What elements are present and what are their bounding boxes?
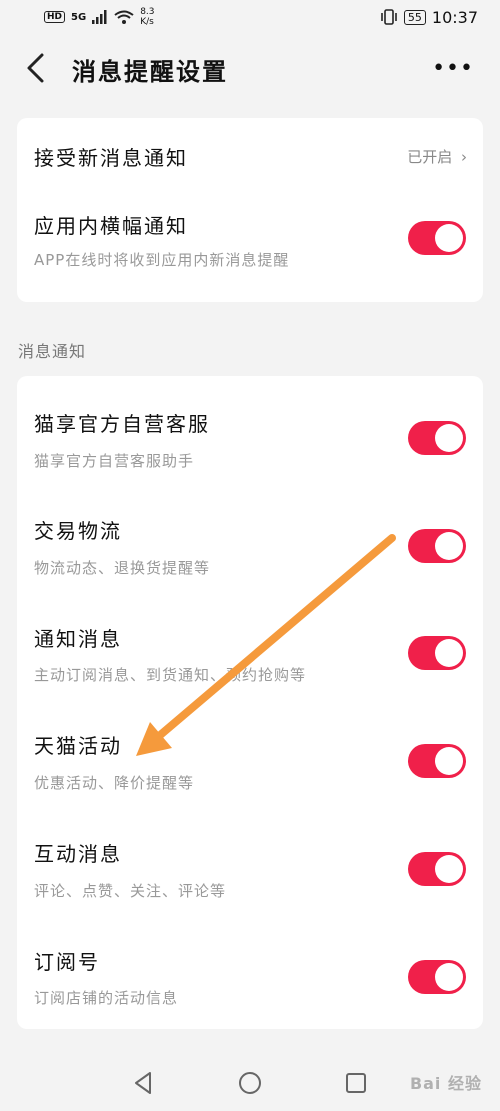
toggle-knob	[435, 532, 463, 560]
net-speed-value: 8.3	[140, 7, 155, 17]
notification-desc: 评论、点赞、关注、评论等	[34, 882, 227, 900]
notification-title: 天猫活动	[34, 734, 122, 758]
notification-toggle-1[interactable]	[408, 529, 466, 563]
notification-title: 互动消息	[34, 842, 122, 866]
net-speed-unit: K/s	[140, 17, 154, 27]
general-settings-card: 接受新消息通知 已开启 › 应用内横幅通知 APP在线时将收到应用内新消息提醒	[17, 118, 483, 302]
notification-desc: 主动订阅消息、到货通知、预约抢购等	[34, 666, 307, 684]
notification-title: 猫享官方自营客服	[34, 412, 210, 436]
notification-toggle-4[interactable]	[408, 852, 466, 886]
toggle-knob	[435, 424, 463, 452]
wifi-icon	[114, 10, 134, 24]
battery-level: 55	[403, 9, 426, 25]
notification-title: 订阅号	[34, 950, 100, 974]
notification-desc: 物流动态、退换货提醒等	[34, 559, 211, 577]
page-title: 消息提醒设置	[72, 58, 228, 86]
receive-notifications-label: 接受新消息通知	[34, 146, 188, 170]
vibrate-icon	[381, 9, 397, 25]
hd-badge: HD	[44, 11, 66, 23]
banner-notification-desc: APP在线时将收到应用内新消息提醒	[34, 251, 290, 269]
more-options-icon[interactable]: •••	[432, 56, 474, 81]
chevron-right-icon: ›	[461, 148, 467, 166]
notification-desc: 订阅店铺的活动信息	[34, 989, 179, 1007]
notification-title: 通知消息	[34, 627, 122, 651]
notification-toggle-2[interactable]	[408, 636, 466, 670]
toggle-knob	[435, 747, 463, 775]
nav-recents-icon[interactable]	[342, 1069, 370, 1097]
banner-notification-label: 应用内横幅通知	[34, 214, 188, 238]
toggle-knob	[435, 963, 463, 991]
net-speed: 8.3 K/s	[140, 7, 154, 27]
toggle-knob	[435, 855, 463, 883]
receive-notifications-row[interactable]: 接受新消息通知 已开启 ›	[17, 118, 483, 194]
toggle-knob	[435, 224, 463, 252]
baidu-watermark: Bai 经验	[409, 1074, 482, 1093]
status-left: HD 5G 8.3 K/s	[44, 7, 155, 27]
section-label: 消息通知	[18, 342, 87, 361]
receive-notifications-status: 已开启 ›	[407, 146, 467, 167]
status-bar: HD 5G 8.3 K/s 55 10:37	[0, 0, 500, 34]
receive-status-text: 已开启	[407, 148, 453, 166]
notification-desc: 优惠活动、降价提醒等	[34, 774, 195, 792]
toggle-knob	[435, 639, 463, 667]
notification-toggle-5[interactable]	[408, 960, 466, 994]
signal-indicator: 5G	[71, 11, 87, 23]
nav-home-icon[interactable]	[236, 1069, 264, 1097]
status-right: 55 10:37	[380, 8, 478, 27]
notification-title: 交易物流	[34, 519, 122, 543]
notification-toggle-0[interactable]	[408, 421, 466, 455]
notification-desc: 猫享官方自营客服助手	[34, 452, 195, 470]
nav-back-icon[interactable]	[130, 1069, 158, 1097]
notification-toggle-3[interactable]	[408, 744, 466, 778]
message-notifications-card: 猫享官方自营客服 猫享官方自营客服助手 交易物流 物流动态、退换货提醒等 通知消…	[17, 376, 483, 1029]
banner-notification-toggle[interactable]	[408, 221, 466, 255]
title-bar: 消息提醒设置 •••	[0, 34, 500, 102]
clock: 10:37	[431, 7, 478, 27]
signal-bars-icon	[92, 10, 107, 24]
back-arrow-icon[interactable]	[22, 52, 52, 84]
